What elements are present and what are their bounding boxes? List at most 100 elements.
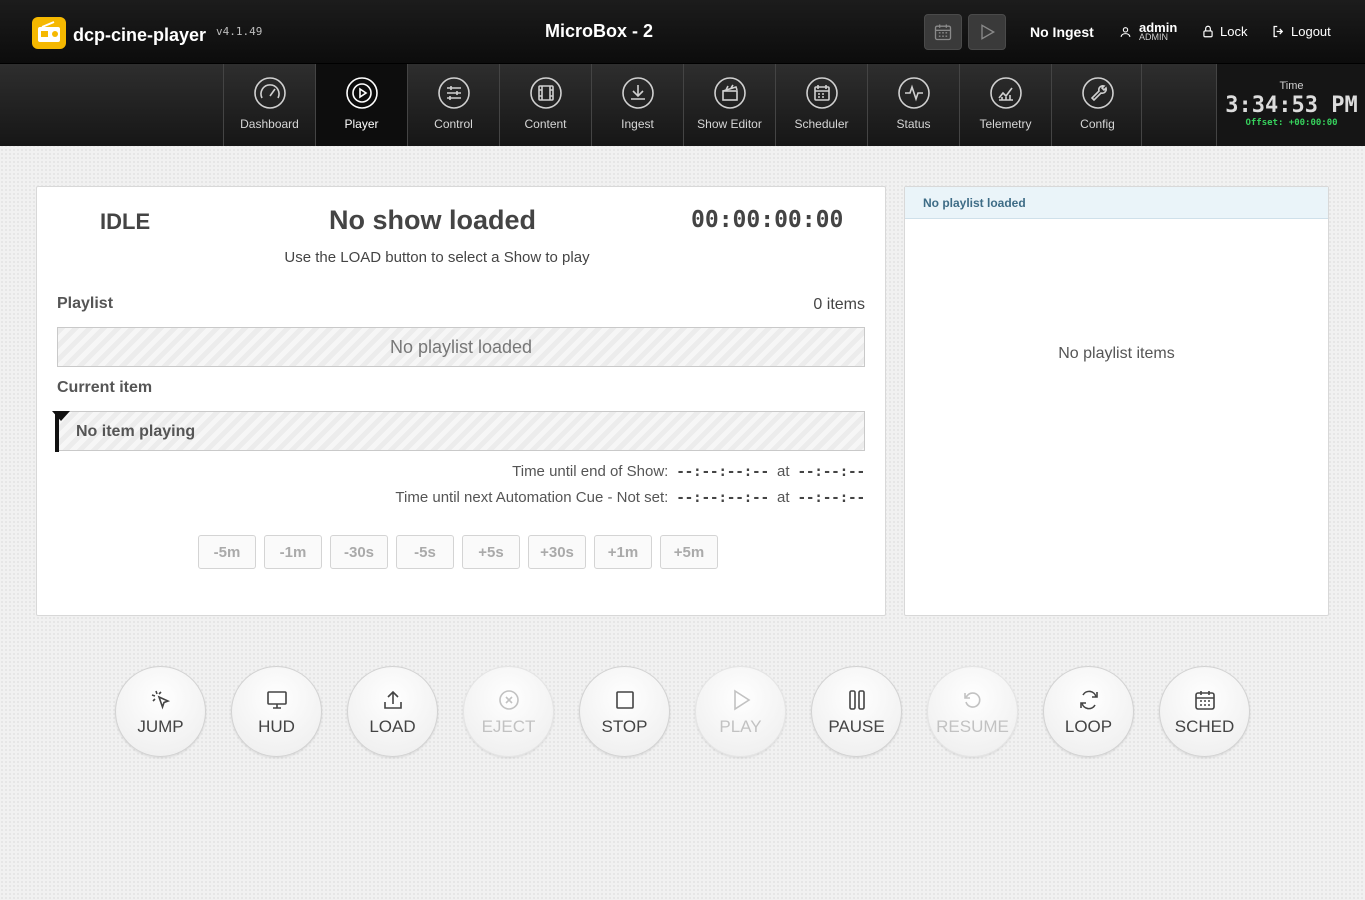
adjust-plus-30s-button[interactable]: +30s bbox=[528, 535, 586, 569]
playlist-bar[interactable]: No playlist loaded bbox=[57, 327, 865, 367]
main-nav: Dashboard Player Control Content Ingest … bbox=[0, 64, 1365, 146]
playlist-count: 0 items bbox=[813, 296, 865, 313]
player-panel: IDLE No show loaded 00:00:00:00 Use the … bbox=[36, 186, 886, 616]
wrench-icon bbox=[1081, 77, 1114, 109]
current-item-label: Current item bbox=[57, 379, 153, 396]
time-adjust-row: -5m -1m -30s -5s +5s +30s +1m +5m bbox=[198, 535, 718, 569]
play-button[interactable]: PLAY bbox=[695, 666, 786, 757]
stop-square-icon bbox=[615, 691, 634, 709]
nav-item-telemetry[interactable]: Telemetry bbox=[959, 64, 1051, 146]
end-of-show-value: --:--:--:-- bbox=[676, 463, 770, 480]
adjust-minus-5s-button[interactable]: -5s bbox=[396, 535, 454, 569]
ingest-status: No Ingest bbox=[1030, 24, 1094, 40]
pause-icon bbox=[848, 690, 865, 710]
jump-label: JUMP bbox=[137, 717, 184, 736]
load-button[interactable]: LOAD bbox=[347, 666, 438, 757]
hud-button[interactable]: HUD bbox=[231, 666, 322, 757]
current-item-text: No item playing bbox=[76, 423, 196, 440]
play-icon bbox=[981, 24, 996, 40]
nav-item-control[interactable]: Control bbox=[407, 64, 499, 146]
adjust-minus-1m-button[interactable]: -1m bbox=[264, 535, 322, 569]
current-item-bar[interactable]: No item playing bbox=[52, 411, 865, 452]
at-label: at bbox=[777, 489, 790, 506]
nav-item-config[interactable]: Config bbox=[1051, 64, 1143, 146]
nav-label: Ingest bbox=[621, 117, 654, 131]
nav-label: Telemetry bbox=[979, 117, 1032, 131]
nav-item-player[interactable]: Player bbox=[315, 64, 407, 146]
play-icon bbox=[733, 689, 750, 711]
lock-button[interactable]: Lock bbox=[1201, 24, 1247, 39]
x-circle-icon bbox=[498, 690, 519, 710]
play-toggle-button[interactable] bbox=[968, 14, 1006, 50]
resume-label: RESUME bbox=[936, 717, 1009, 736]
play-circle-icon bbox=[345, 77, 378, 109]
logout-button[interactable]: Logout bbox=[1271, 24, 1331, 39]
pause-label: PAUSE bbox=[828, 717, 885, 736]
clapperboard-icon bbox=[713, 77, 746, 109]
upload-icon bbox=[383, 690, 402, 709]
nav-label: Scheduler bbox=[794, 117, 849, 131]
nav-item-dashboard[interactable]: Dashboard bbox=[223, 64, 315, 146]
nav-label: Show Editor bbox=[697, 117, 762, 131]
clock-panel: Time 3:34:53 PM Offset: +00:00:00 bbox=[1216, 64, 1365, 146]
calendar-icon bbox=[934, 24, 952, 41]
adjust-plus-1m-button[interactable]: +1m bbox=[594, 535, 652, 569]
hud-label: HUD bbox=[258, 717, 295, 736]
end-of-show-at: --:--:-- bbox=[797, 463, 865, 480]
sched-label: SCHED bbox=[1174, 717, 1235, 736]
at-label: at bbox=[777, 463, 790, 480]
loop-button[interactable]: LOOP bbox=[1043, 666, 1134, 757]
nav-label: Status bbox=[896, 117, 931, 131]
logout-icon bbox=[1273, 25, 1284, 38]
show-title: No show loaded bbox=[329, 205, 537, 235]
clock-time: 3:34:53 PM bbox=[1225, 93, 1358, 118]
end-of-show-row: Time until end of Show: --:--:--:-- at -… bbox=[512, 463, 865, 480]
nav-item-scheduler[interactable]: Scheduler bbox=[775, 64, 867, 146]
rotate-ccw-icon bbox=[963, 692, 980, 708]
user-role: ADMIN bbox=[1139, 32, 1168, 42]
calendar-icon bbox=[1194, 691, 1215, 710]
pause-button[interactable]: PAUSE bbox=[811, 666, 902, 757]
playlist-side-panel: No playlist loaded No playlist items bbox=[904, 186, 1329, 616]
playlist-status: No playlist loaded bbox=[389, 336, 533, 357]
logout-label: Logout bbox=[1291, 24, 1331, 39]
user-icon bbox=[1120, 27, 1131, 37]
resume-button[interactable]: RESUME bbox=[927, 666, 1018, 757]
nav-label: Control bbox=[434, 117, 473, 131]
nav-item-status[interactable]: Status bbox=[867, 64, 959, 146]
nav-item-content[interactable]: Content bbox=[499, 64, 591, 146]
chart-icon bbox=[989, 77, 1022, 109]
adjust-minus-30s-button[interactable]: -30s bbox=[330, 535, 388, 569]
sched-button[interactable]: SCHED bbox=[1159, 666, 1250, 757]
load-hint: Use the LOAD button to select a Show to … bbox=[284, 249, 590, 266]
nav-spacer bbox=[1141, 64, 1216, 146]
timecode: 00:00:00:00 bbox=[691, 207, 844, 233]
nav-item-show-editor[interactable]: Show Editor bbox=[683, 64, 775, 146]
side-panel-header: No playlist loaded bbox=[905, 187, 1328, 219]
player-state: IDLE bbox=[100, 209, 151, 234]
lock-label: Lock bbox=[1220, 24, 1248, 39]
schedule-toggle-button[interactable] bbox=[924, 14, 962, 50]
download-icon bbox=[621, 77, 654, 109]
loop-label: LOOP bbox=[1064, 717, 1113, 736]
clock-label: Time bbox=[1279, 80, 1304, 92]
nav-item-ingest[interactable]: Ingest bbox=[591, 64, 683, 146]
next-cue-label: Time until next Automation Cue - Not set… bbox=[395, 489, 669, 506]
dashboard-gauge-icon bbox=[253, 77, 286, 109]
play-label: PLAY bbox=[719, 717, 762, 736]
adjust-plus-5s-button[interactable]: +5s bbox=[462, 535, 520, 569]
clock-offset: Offset: +00:00:00 bbox=[1245, 118, 1338, 128]
refresh-icon bbox=[1079, 690, 1098, 710]
next-cue-row: Time until next Automation Cue - Not set… bbox=[395, 489, 865, 506]
stop-button[interactable]: STOP bbox=[579, 666, 670, 757]
adjust-plus-5m-button[interactable]: +5m bbox=[660, 535, 718, 569]
jump-button[interactable]: JUMP bbox=[115, 666, 206, 757]
device-name: MicroBox - 2 bbox=[544, 21, 654, 41]
lock-icon bbox=[1203, 25, 1213, 38]
sliders-icon bbox=[437, 77, 470, 109]
calendar-icon bbox=[805, 77, 838, 109]
load-label: LOAD bbox=[369, 717, 416, 736]
eject-button[interactable]: EJECT bbox=[463, 666, 554, 757]
next-cue-value: --:--:--:-- bbox=[676, 489, 770, 506]
adjust-minus-5m-button[interactable]: -5m bbox=[198, 535, 256, 569]
